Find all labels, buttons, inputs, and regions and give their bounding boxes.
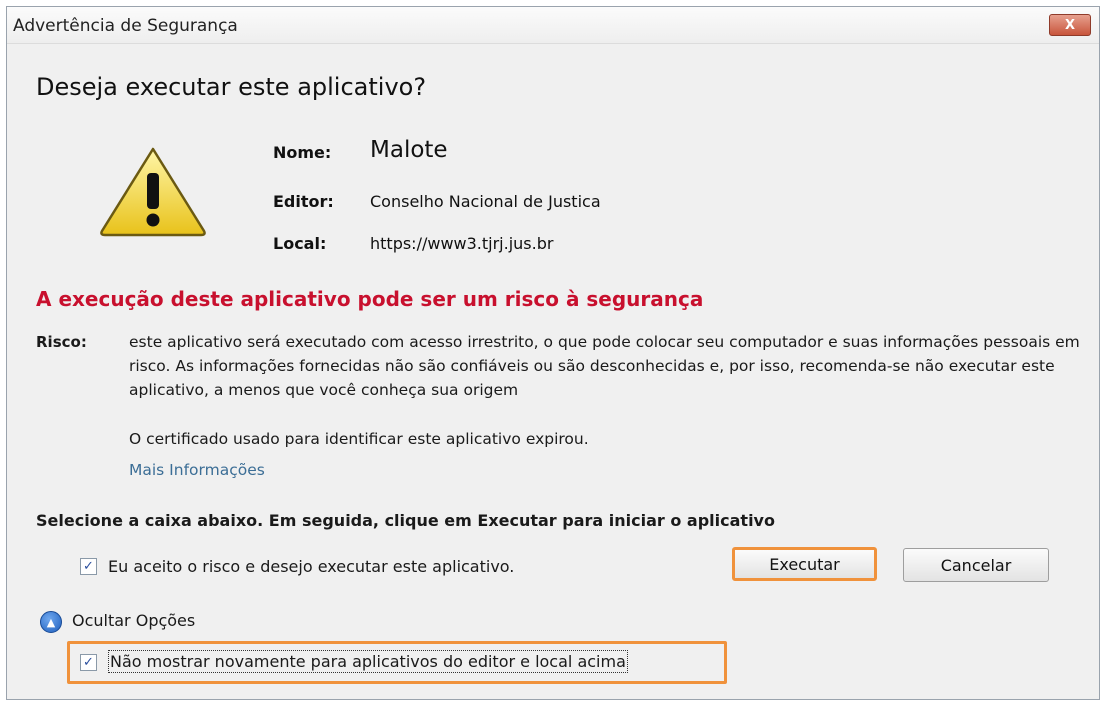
warning-triangle-icon (100, 147, 206, 237)
accept-risk-checkbox[interactable]: ✓ (80, 558, 97, 575)
dont-show-again-checkbox[interactable]: ✓ (80, 654, 97, 671)
publisher-label: Editor: (273, 192, 334, 211)
collapse-options-icon[interactable]: ▲ (40, 611, 62, 633)
publisher-value: Conselho Nacional de Justica (370, 192, 601, 211)
more-info-link[interactable]: Mais Informações (129, 461, 265, 479)
dialog-heading: Deseja executar este aplicativo? (36, 73, 427, 101)
close-icon: X (1064, 17, 1076, 33)
accept-risk-label[interactable]: Eu aceito o risco e desejo executar este… (108, 557, 514, 576)
run-button[interactable]: Executar (732, 547, 877, 581)
close-button[interactable]: X (1049, 14, 1091, 36)
hide-options-toggle[interactable]: Ocultar Opções (72, 611, 195, 630)
risk-label: Risco: (36, 333, 87, 351)
certificate-expired-text: O certificado usado para identificar est… (129, 430, 589, 448)
risk-description: este aplicativo será executado com acess… (129, 333, 1080, 399)
cancel-button[interactable]: Cancelar (903, 548, 1049, 582)
location-label: Local: (273, 234, 327, 253)
risk-title: A execução deste aplicativo pode ser um … (36, 287, 704, 311)
checkmark-icon: ✓ (83, 559, 94, 574)
name-value: Malote (370, 137, 448, 163)
checkmark-icon: ✓ (83, 655, 94, 670)
title-bar: Advertência de Segurança X (7, 7, 1099, 44)
instruction-text: Selecione a caixa abaixo. Em seguida, cl… (36, 511, 775, 530)
dont-show-again-label[interactable]: Não mostrar novamente para aplicativos d… (108, 650, 628, 673)
location-value: https://www3.tjrj.jus.br (370, 234, 554, 253)
name-label: Nome: (273, 143, 332, 162)
window-title: Advertência de Segurança (13, 16, 238, 36)
